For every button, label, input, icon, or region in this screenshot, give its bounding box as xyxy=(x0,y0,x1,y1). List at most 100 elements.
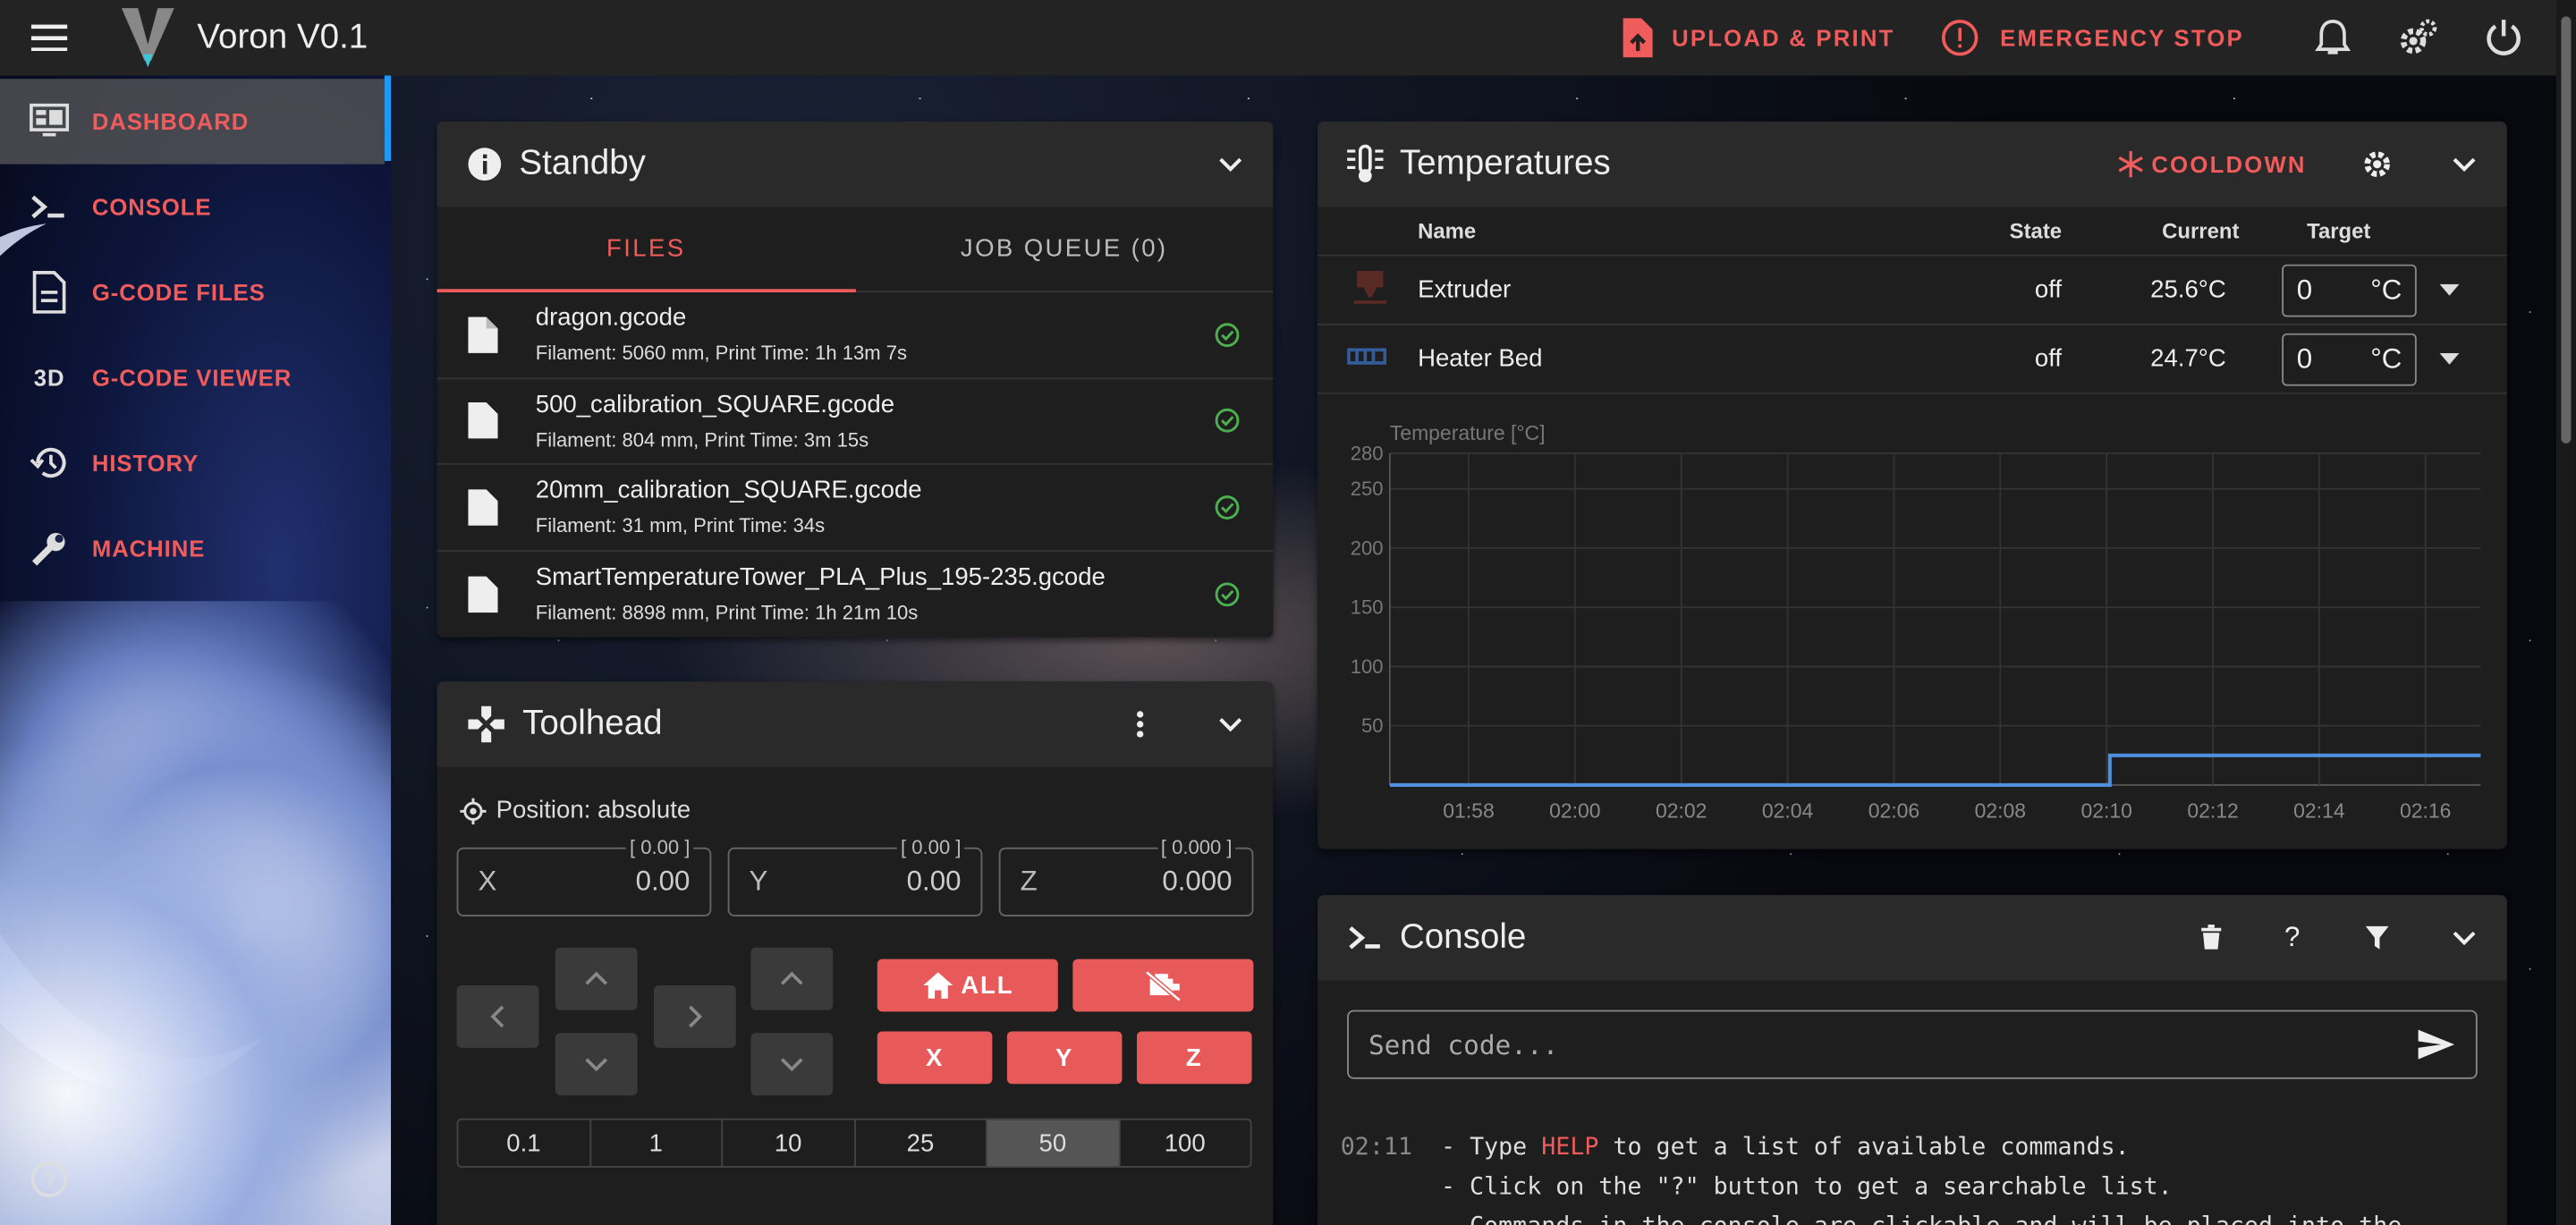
list-item[interactable]: 20mm_calibration_SQUARE.gcode Filament: 3… xyxy=(436,465,1274,552)
console-send-input[interactable]: Send code... xyxy=(1347,1010,2478,1079)
temperatures-title: Temperatures xyxy=(1399,144,1611,182)
move-z-plus-button[interactable] xyxy=(750,947,834,1010)
chevron-up-icon xyxy=(780,971,803,985)
file-meta: Filament: 804 mm, Print Time: 3m 15s xyxy=(535,427,869,452)
x-tick-label: 02:10 xyxy=(2080,799,2131,823)
y-tick-label: 200 xyxy=(1351,536,1384,559)
upload-print-button[interactable]: UPLOAD & PRINT xyxy=(1619,18,1894,58)
step-option[interactable]: 100 xyxy=(1120,1120,1250,1166)
console-help-link[interactable]: HELP xyxy=(1541,1135,1598,1161)
console-text: - Commands in the console are clickable … xyxy=(1441,1213,2402,1225)
dots-vertical-icon[interactable] xyxy=(1135,709,1145,739)
tab-job-queue[interactable]: JOB QUEUE (0) xyxy=(855,207,1273,291)
x-position-field[interactable]: X 0.00 [ 0.00 ] xyxy=(456,835,712,917)
axis-limit: [ 0.000 ] xyxy=(1157,835,1236,859)
sidebar-item-dashboard[interactable]: DASHBOARD xyxy=(0,79,385,165)
y-tick-label: 280 xyxy=(1351,442,1384,464)
printer-nozzle-icon xyxy=(1318,266,1418,312)
top-app-bar: Voron V0.1 UPLOAD & PRINT EMERGENCY STOP xyxy=(0,0,2576,76)
step-option[interactable]: 1 xyxy=(590,1119,724,1167)
file-icon xyxy=(468,402,498,439)
alert-circle-icon xyxy=(1942,20,1979,56)
x-tick-label: 02:14 xyxy=(2293,799,2345,823)
toolhead-panel: Toolhead Position: absolute X 0.00 [ 0.00 … xyxy=(436,681,1274,1225)
y-tick-label: 250 xyxy=(1351,477,1384,500)
list-item[interactable]: dragon.gcode Filament: 5060 mm, Print Tim… xyxy=(436,292,1274,379)
cogs-icon[interactable] xyxy=(2376,18,2462,57)
sidebar-item-gcode-viewer[interactable]: 3D G-CODE VIEWER xyxy=(0,335,385,421)
step-option[interactable]: 0.1 xyxy=(458,1119,591,1167)
x-tick-label: 02:12 xyxy=(2187,799,2238,823)
extruder-target-input[interactable]: 0 °C xyxy=(2282,263,2417,317)
chevron-down-icon[interactable] xyxy=(1217,156,1243,173)
step-size-selector: 0.1 1 10 25 50 100 xyxy=(456,1118,1252,1168)
sidebar-item-machine[interactable]: MACHINE xyxy=(0,506,385,592)
3d-icon: 3D xyxy=(33,364,65,392)
y-tick-label: 50 xyxy=(1361,714,1384,737)
list-item[interactable]: SmartTemperatureTower_PLA_Plus_195-235.g… xyxy=(437,551,1274,637)
home-z-button[interactable]: Z xyxy=(1136,1031,1252,1085)
home-all-button[interactable]: ALL xyxy=(877,959,1058,1012)
console-line: - Commands in the console are clickable … xyxy=(1341,1213,2402,1225)
heater-bed-target-input[interactable]: 0 °C xyxy=(2282,332,2417,385)
move-y-minus-button[interactable] xyxy=(555,1033,638,1096)
axis-value: 0.000 xyxy=(1162,865,1233,897)
cooldown-label: COOLDOWN xyxy=(2151,150,2307,178)
help-icon[interactable]: ? xyxy=(2284,921,2300,954)
move-z-minus-button[interactable] xyxy=(750,1033,834,1096)
heater-state: off xyxy=(2034,344,2063,373)
move-y-plus-button[interactable] xyxy=(555,947,638,1010)
gamepad-icon xyxy=(468,705,504,743)
step-option[interactable]: 25 xyxy=(855,1119,987,1167)
list-item[interactable]: 500_calibration_SQUARE.gcode Filament: 80… xyxy=(436,378,1274,465)
tab-files[interactable]: FILES xyxy=(436,207,855,292)
heater-name: Extruder xyxy=(1418,275,1512,304)
home-x-button[interactable]: X xyxy=(877,1031,993,1085)
cooldown-button[interactable]: COOLDOWN xyxy=(2117,150,2307,178)
step-option-selected[interactable]: 50 xyxy=(987,1119,1120,1167)
sidebar-item-label: CONSOLE xyxy=(91,193,212,221)
gear-icon[interactable] xyxy=(2362,149,2392,179)
motors-off-button[interactable] xyxy=(1072,959,1254,1012)
send-icon[interactable] xyxy=(2417,1028,2456,1061)
axis-label: X xyxy=(478,865,497,897)
chevron-down-icon[interactable] xyxy=(2451,930,2477,946)
x-tick-label: 02:02 xyxy=(1656,799,1707,823)
menu-down-icon[interactable] xyxy=(2439,283,2460,297)
information-icon xyxy=(468,148,502,182)
menu-icon[interactable] xyxy=(0,0,98,75)
bell-icon[interactable] xyxy=(2290,18,2376,57)
delete-icon[interactable] xyxy=(2199,925,2222,950)
menu-down-icon[interactable] xyxy=(2439,351,2460,366)
filter-icon[interactable] xyxy=(2365,925,2389,950)
chevron-down-icon[interactable] xyxy=(1217,716,1243,732)
console-timestamp: 02:11 xyxy=(1340,1135,1412,1162)
home-y-button[interactable]: Y xyxy=(1006,1031,1123,1085)
emergency-stop-button[interactable]: EMERGENCY STOP xyxy=(1941,18,2244,57)
y-position-field[interactable]: Y 0.00 [ 0.00 ] xyxy=(727,835,983,917)
sidebar-item-console[interactable]: CONSOLE xyxy=(0,165,385,250)
help-circle-icon[interactable]: ? xyxy=(30,1160,69,1207)
check-circle-icon xyxy=(1215,409,1240,434)
check-circle-icon xyxy=(1215,582,1240,606)
sidebar-item-label: G-CODE VIEWER xyxy=(91,364,292,392)
sidebar-item-gcode-files[interactable]: G-CODE FILES xyxy=(0,249,385,335)
step-option[interactable]: 10 xyxy=(723,1119,856,1167)
move-x-minus-button[interactable] xyxy=(456,985,539,1048)
file-document-icon xyxy=(30,271,69,314)
sidebar-item-history[interactable]: HISTORY xyxy=(0,420,385,506)
file-icon xyxy=(468,576,498,612)
move-x-plus-button[interactable] xyxy=(654,985,736,1048)
snowflake-icon xyxy=(2117,150,2143,178)
z-position-field[interactable]: Z 0.000 [ 0.000 ] xyxy=(998,835,1254,917)
page-scrollbar[interactable] xyxy=(2555,0,2576,1225)
console-line[interactable]: 02:11 - Type HELP to get a list of avail… xyxy=(1341,1135,2130,1161)
chevron-down-icon[interactable] xyxy=(2451,156,2477,173)
sidebar-item-label: MACHINE xyxy=(91,535,206,562)
power-icon[interactable] xyxy=(2461,18,2546,57)
x-tick-label: 02:06 xyxy=(1868,799,1919,823)
check-circle-icon xyxy=(1215,322,1240,347)
target-unit: °C xyxy=(2370,342,2402,374)
file-name: SmartTemperatureTower_PLA_Plus_195-235.g… xyxy=(535,563,1106,592)
console-text: - Type xyxy=(1441,1135,1542,1162)
